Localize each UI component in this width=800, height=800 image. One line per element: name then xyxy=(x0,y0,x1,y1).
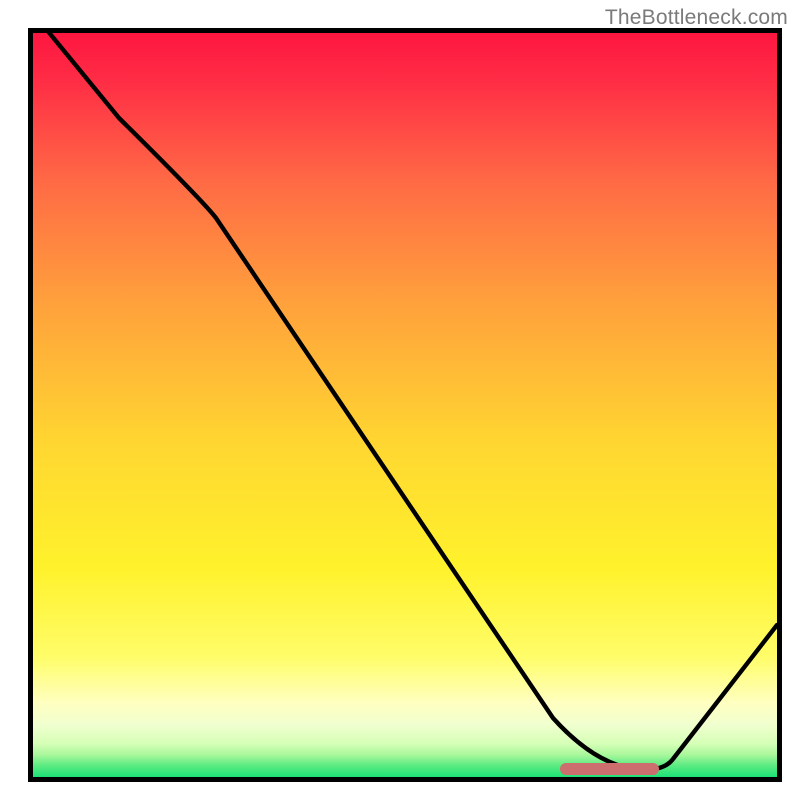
chart-container: TheBottleneck.com xyxy=(0,0,800,800)
gradient-background xyxy=(33,33,777,777)
watermark-text: TheBottleneck.com xyxy=(605,6,788,30)
optimal-range-marker xyxy=(560,763,659,775)
plot-area xyxy=(33,33,777,777)
plot-frame xyxy=(28,28,782,782)
